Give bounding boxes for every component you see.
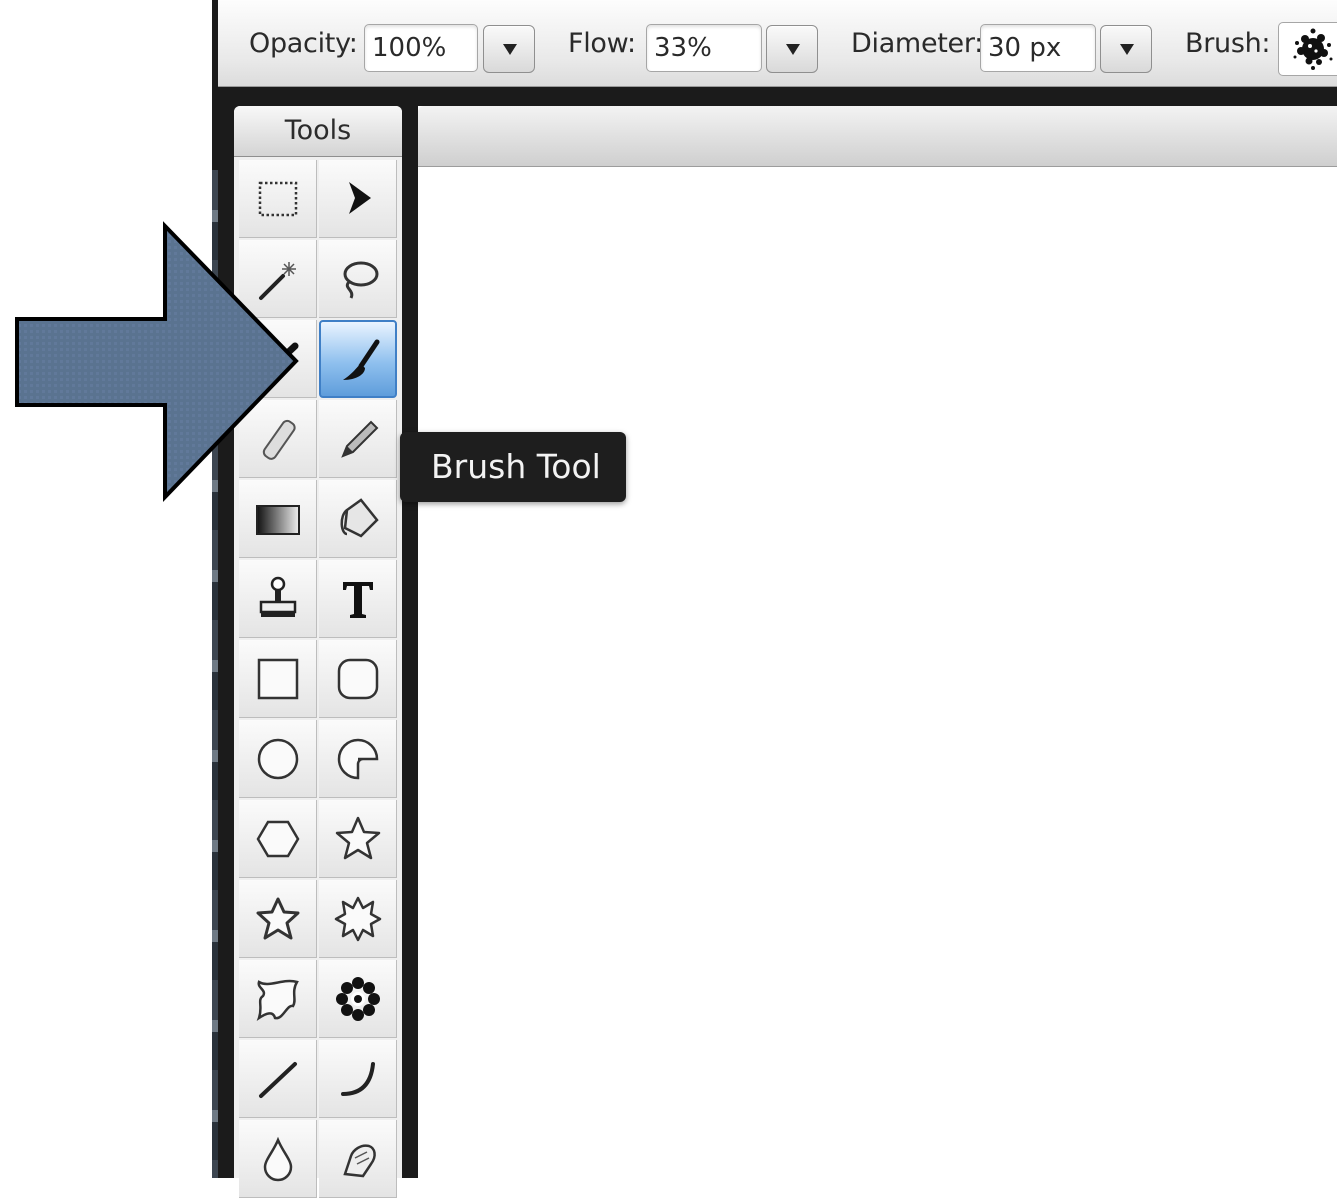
tool-text[interactable] bbox=[319, 560, 397, 638]
tool-lasso[interactable] bbox=[319, 240, 397, 318]
tool-brush[interactable] bbox=[319, 320, 397, 398]
flow-dropdown-button[interactable] bbox=[766, 25, 818, 73]
star-icon bbox=[335, 816, 381, 860]
chevron-down-icon bbox=[1120, 44, 1134, 55]
tool-flower-shape[interactable] bbox=[319, 960, 397, 1038]
water-drop-icon bbox=[263, 1136, 293, 1182]
tools-panel-title: Tools bbox=[234, 106, 402, 157]
flower-icon bbox=[336, 977, 380, 1021]
rounded-star-icon bbox=[256, 897, 300, 940]
flow-field[interactable]: 33% bbox=[646, 24, 762, 72]
document-canvas-area[interactable] bbox=[418, 106, 1337, 1178]
burst-icon bbox=[334, 896, 382, 942]
circle-icon bbox=[257, 738, 299, 780]
square-icon bbox=[257, 658, 299, 700]
text-t-icon bbox=[343, 582, 373, 618]
flow-label: Flow: bbox=[568, 28, 636, 59]
tool-star-outline-shape[interactable] bbox=[239, 880, 317, 958]
chevron-down-icon bbox=[786, 44, 800, 55]
opacity-field[interactable]: 100% bbox=[364, 24, 478, 72]
opacity-dropdown-button[interactable] bbox=[483, 25, 535, 73]
brush-icon bbox=[343, 339, 380, 380]
tool-paint-bucket[interactable] bbox=[319, 480, 397, 558]
tool-clone-stamp[interactable] bbox=[239, 560, 317, 638]
lasso-icon bbox=[343, 261, 379, 299]
tool-polygon-shape[interactable] bbox=[239, 800, 317, 878]
line-icon bbox=[259, 1062, 297, 1098]
tool-blur[interactable] bbox=[239, 1120, 317, 1198]
paint-bucket-icon bbox=[340, 498, 379, 538]
smudge-finger-icon bbox=[343, 1144, 376, 1178]
blob-icon bbox=[256, 979, 299, 1022]
diameter-field[interactable]: 30 px bbox=[980, 24, 1096, 72]
splatter-brush-icon bbox=[1293, 28, 1333, 70]
tool-burst-shape[interactable] bbox=[319, 880, 397, 958]
diameter-label: Diameter: bbox=[851, 28, 983, 59]
tool-rounded-rectangle-shape[interactable] bbox=[319, 640, 397, 718]
diameter-dropdown-button[interactable] bbox=[1100, 25, 1152, 73]
chevron-down-icon bbox=[503, 44, 517, 55]
annotation-arrow-icon bbox=[15, 221, 299, 502]
app-window: Opacity: 100% Flow: 33% Diameter: 30 px … bbox=[0, 0, 1337, 1198]
rounded-square-icon bbox=[337, 658, 379, 700]
tool-curve[interactable] bbox=[319, 1040, 397, 1118]
curve-icon bbox=[341, 1062, 375, 1096]
tool-line[interactable] bbox=[239, 1040, 317, 1118]
tool-smudge[interactable] bbox=[319, 1120, 397, 1198]
tool-move[interactable] bbox=[319, 160, 397, 238]
tool-rectangle-shape[interactable] bbox=[239, 640, 317, 718]
brush-preset-picker[interactable] bbox=[1278, 22, 1337, 76]
tool-ellipse-shape[interactable] bbox=[239, 720, 317, 798]
options-bar: Opacity: 100% Flow: 33% Diameter: 30 px … bbox=[218, 0, 1337, 87]
pie-icon bbox=[337, 738, 379, 780]
tool-star-shape[interactable] bbox=[319, 800, 397, 878]
arrow-pointer-icon bbox=[349, 182, 371, 214]
opacity-label: Opacity: bbox=[249, 28, 358, 59]
tool-pie-shape[interactable] bbox=[319, 720, 397, 798]
hexagon-icon bbox=[256, 820, 300, 858]
brush-tool-tooltip: Brush Tool bbox=[400, 432, 626, 502]
stamp-icon bbox=[259, 576, 297, 617]
document-tab-bar bbox=[418, 106, 1337, 167]
tool-pencil[interactable] bbox=[319, 400, 397, 478]
pencil-icon bbox=[341, 420, 379, 458]
tool-blob-shape[interactable] bbox=[239, 960, 317, 1038]
brush-label: Brush: bbox=[1185, 28, 1271, 59]
